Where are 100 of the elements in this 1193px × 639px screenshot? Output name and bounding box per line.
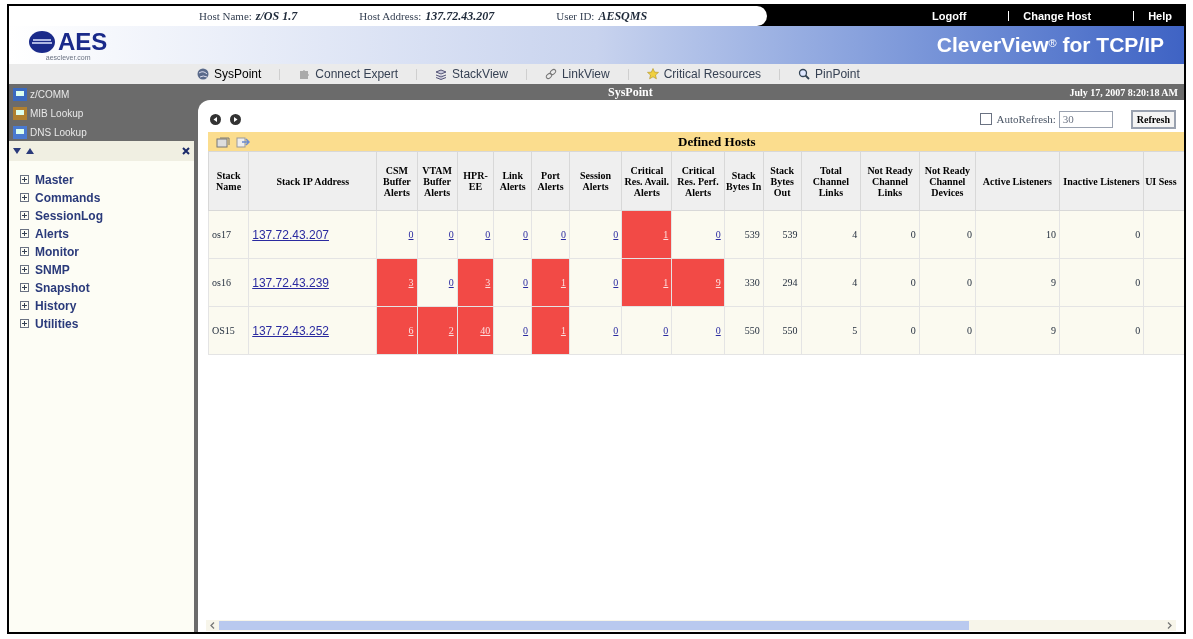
info-label: Host Name:: [199, 9, 252, 24]
column-header: VTAM Buffer Alerts: [417, 151, 458, 211]
count-link[interactable]: 0: [448, 229, 454, 240]
export-icon[interactable]: [236, 135, 250, 148]
logo-text: AES: [58, 29, 108, 54]
expand-toggle-icon[interactable]: [20, 283, 29, 292]
chain-link-icon: [544, 68, 557, 80]
info-label: User ID:: [556, 9, 595, 24]
info-label: Host Address:: [359, 9, 422, 24]
tree-item[interactable]: SessionLog: [35, 206, 103, 225]
autorefresh-checkbox[interactable]: [979, 113, 992, 125]
back-icon[interactable]: [210, 113, 221, 125]
tree-item[interactable]: Commands: [35, 188, 101, 207]
table-cell: 0: [1059, 210, 1144, 259]
nav-link[interactable]: StackView: [435, 65, 508, 83]
count-link[interactable]: 0: [613, 277, 619, 288]
nav-link[interactable]: PinPoint: [798, 65, 860, 83]
stack-icon: [435, 68, 448, 80]
expand-all-icon[interactable]: [13, 148, 21, 154]
expand-toggle-icon[interactable]: [20, 301, 29, 310]
nav-link[interactable]: Critical Resources: [646, 65, 762, 83]
collapse-all-icon[interactable]: [26, 148, 34, 154]
tree-item[interactable]: Utilities: [35, 314, 79, 333]
table-cell: 0: [860, 306, 920, 355]
count-link[interactable]: 0: [663, 325, 669, 336]
table-cell: 539: [724, 210, 764, 259]
info-value: AESQMS: [598, 8, 648, 25]
expand-toggle-icon[interactable]: [20, 229, 29, 238]
table-cell: 10: [975, 210, 1060, 259]
count-link[interactable]: 0: [613, 325, 619, 336]
nav-link[interactable]: SysPoint: [197, 65, 262, 83]
tree-item[interactable]: Master: [35, 170, 74, 189]
table-cell: 294: [763, 258, 802, 307]
tree-item[interactable]: Alerts: [35, 224, 69, 243]
autorefresh-interval-field[interactable]: 30: [1058, 110, 1113, 128]
table-cell: 4: [801, 210, 861, 259]
column-header: Inactive Listeners: [1059, 151, 1144, 211]
autorefresh-label: AutoRefresh:: [996, 111, 1056, 127]
expand-toggle-icon[interactable]: [20, 247, 29, 256]
column-header: Critical Res. Avail. Alerts: [621, 151, 672, 211]
table-cell: 0: [860, 258, 920, 307]
column-header: Not Ready Channel Devices: [919, 151, 976, 211]
ip-address-link[interactable]: 137.72.43.252: [252, 323, 329, 338]
tree-item[interactable]: Snapshot: [35, 278, 90, 297]
header-link[interactable]: Logoff: [932, 7, 967, 25]
sidebar-tool-link[interactable]: MIB Lookup: [13, 104, 198, 122]
expand-toggle-icon[interactable]: [20, 319, 29, 328]
ip-address-link[interactable]: 137.72.43.239: [252, 275, 329, 290]
count-link[interactable]: 0: [560, 229, 566, 240]
nav-link[interactable]: LinkView: [544, 65, 610, 83]
tree-item[interactable]: Monitor: [35, 242, 79, 261]
header-link[interactable]: Change Host: [1023, 7, 1092, 25]
tree-item[interactable]: SNMP: [35, 260, 70, 279]
column-header: Port Alerts: [531, 151, 570, 211]
table-cell: 9: [975, 306, 1060, 355]
count-link[interactable]: 0: [485, 229, 491, 240]
count-link[interactable]: 0: [715, 325, 721, 336]
expand-toggle-icon[interactable]: [20, 211, 29, 220]
sidebar-tool-link[interactable]: z/COMM: [13, 85, 198, 103]
ip-address-link[interactable]: 137.72.43.207: [252, 227, 329, 242]
count-link[interactable]: 0: [448, 277, 454, 288]
column-header: Stack Bytes Out: [763, 151, 802, 211]
table-cell: 5: [801, 306, 861, 355]
star-icon: [646, 68, 659, 80]
table-cell: os17: [208, 210, 249, 259]
forward-icon[interactable]: [230, 113, 241, 125]
search-icon: [798, 68, 811, 80]
table-title: Defined Hosts: [678, 132, 756, 151]
column-header: Stack Bytes In: [724, 151, 764, 211]
count-link[interactable]: 0: [408, 229, 414, 240]
nav-link[interactable]: Connect Expert: [298, 65, 399, 83]
column-header: CSM Buffer Alerts: [376, 151, 417, 211]
table-cell: 550: [724, 306, 764, 355]
info-value: 137.72.43.207: [425, 8, 495, 25]
header-link[interactable]: Help: [1148, 7, 1172, 25]
column-header: Stack IP Address: [248, 151, 377, 211]
table-cell: 0: [1059, 258, 1144, 307]
count-link[interactable]: 0: [523, 325, 529, 336]
table-cell: 0: [860, 210, 920, 259]
count-link[interactable]: 0: [523, 229, 529, 240]
table-cell: 550: [763, 306, 802, 355]
count-link[interactable]: 0: [613, 229, 619, 240]
table-cell: 0: [919, 210, 976, 259]
expand-toggle-icon[interactable]: [20, 193, 29, 202]
horizontal-scrollbar-thumb[interactable]: [219, 621, 969, 630]
monitor-icon: [13, 87, 27, 101]
expand-toggle-icon[interactable]: [20, 265, 29, 274]
expand-toggle-icon[interactable]: [20, 175, 29, 184]
scroll-right-icon[interactable]: [1167, 622, 1172, 629]
count-link[interactable]: 0: [715, 229, 721, 240]
close-icon[interactable]: [182, 147, 190, 155]
count-link[interactable]: 0: [523, 277, 529, 288]
info-value: z/OS 1.7: [255, 8, 298, 25]
refresh-button[interactable]: Refresh: [1130, 109, 1176, 129]
table-cell: 4: [801, 258, 861, 307]
globe-icon: [197, 68, 209, 80]
table-cell: 0: [1059, 306, 1144, 355]
scroll-left-icon[interactable]: [210, 622, 215, 629]
tree-item[interactable]: History: [35, 296, 77, 315]
sidebar-tool-link[interactable]: DNS Lookup: [13, 123, 198, 141]
